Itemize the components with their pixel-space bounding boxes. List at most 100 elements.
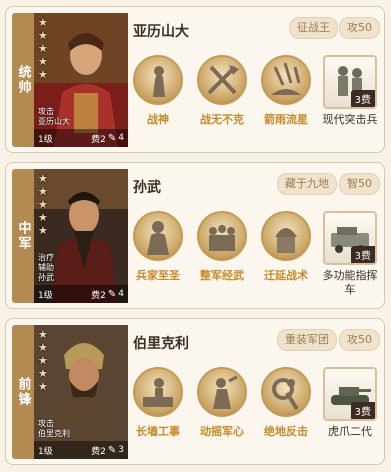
skill-slot[interactable]: 绝地反击: [256, 367, 316, 439]
command-vehicle-icon: 3费: [323, 211, 377, 265]
cost-text: 费2: [91, 134, 106, 145]
trait: 攻击: [38, 107, 54, 116]
warrior-statue-icon: [133, 55, 183, 105]
wall-builder-icon: [133, 367, 183, 417]
star-rating: ★ ★ ★ ★ ★: [38, 17, 48, 80]
army-formation-icon: [197, 211, 247, 261]
star-icon: ★: [38, 16, 48, 29]
trait: 伯里克利: [38, 429, 70, 438]
trait: 辅助: [38, 263, 54, 272]
arrow-rain-icon: [261, 55, 311, 105]
general-name: 伯里克利: [133, 336, 189, 352]
portrait-footer: 1级 费2 ✎ 4: [34, 285, 128, 303]
brush-icon: ✎: [107, 444, 117, 456]
trait-list: 治疗 辅助 孙武: [38, 253, 54, 283]
skill-label: 箭雨流星: [264, 113, 308, 126]
star-icon: ★: [38, 55, 48, 68]
level-text: 1级: [38, 134, 53, 145]
position-label: 前锋: [12, 325, 34, 459]
skill-label: 动摇军心: [200, 425, 244, 438]
strategist-statue-icon: [133, 211, 183, 261]
trait: 孙武: [38, 273, 54, 282]
skill-label: 战神: [147, 113, 169, 126]
skill-slot[interactable]: 迁延战术: [256, 211, 316, 283]
star-icon: ★: [38, 224, 48, 237]
star-rating: ★ ★ ★ ★ ★: [38, 173, 48, 236]
level-text: 1级: [38, 446, 53, 457]
stat-tag: 智50: [339, 173, 380, 195]
star-icon: ★: [38, 198, 48, 211]
unit-cost-badge: 3费: [350, 90, 375, 107]
skill-label: 战无不克: [200, 113, 244, 126]
skill-label: 整军经武: [200, 269, 244, 282]
title-tag: 征战王: [289, 17, 338, 39]
star-icon: ★: [38, 172, 48, 185]
unit-label: 虎爪二代: [328, 425, 372, 438]
star-icon: ★: [38, 68, 48, 81]
brush-count: 4: [118, 133, 124, 143]
trait-list: 攻击 亚历山大: [38, 107, 70, 127]
general-name: 孙武: [133, 180, 161, 196]
star-rating: ★ ★ ★ ★ ★: [38, 329, 48, 392]
brush-icon: ✎: [107, 288, 117, 300]
general-card-sunwu[interactable]: 中军 ★ ★ ★ ★ ★ 治疗 辅助 孙武 1级 费2 ✎ 4 孙武 藏于九地 …: [5, 162, 385, 309]
position-label: 统帅: [12, 13, 34, 147]
level-text: 1级: [38, 290, 53, 301]
unit-slot[interactable]: 3费 虎爪二代: [320, 367, 380, 439]
trait: 治疗: [38, 253, 54, 262]
skill-label: 迁延战术: [264, 269, 308, 282]
skill-label: 长墙工事: [136, 425, 180, 438]
star-icon: ★: [38, 341, 48, 354]
skill-slot[interactable]: 战无不克: [192, 55, 252, 127]
skill-slot[interactable]: 箭雨流星: [256, 55, 316, 127]
star-icon: ★: [38, 185, 48, 198]
trait: 亚历山大: [38, 117, 70, 126]
portrait-footer: 1级 费2 ✎ 4: [34, 129, 128, 147]
skill-slot[interactable]: 动摇军心: [192, 367, 252, 439]
assault-soldiers-icon: 3费: [323, 55, 377, 109]
title-tag: 重装军团: [277, 329, 337, 351]
general-card-pericles[interactable]: 前锋 ★ ★ ★ ★ ★ 攻击 伯里克利 1级 费2 ✎ 3 伯里克利 重装军团…: [5, 318, 385, 465]
skill-label: 绝地反击: [264, 425, 308, 438]
general-portrait[interactable]: ★ ★ ★ ★ ★ 攻击 伯里克利 1级 费2 ✎ 3: [34, 325, 128, 459]
trait: 攻击: [38, 419, 54, 428]
skill-label: 兵家至圣: [136, 269, 180, 282]
stat-tag: 攻50: [339, 17, 380, 39]
crossed-axes-icon: [197, 55, 247, 105]
brush-icon: ✎: [107, 132, 117, 144]
trait-list: 攻击 伯里克利: [38, 419, 70, 439]
star-icon: ★: [38, 29, 48, 42]
unit-slot[interactable]: 3费 多功能指挥车: [320, 211, 380, 297]
star-icon: ★: [38, 42, 48, 55]
unit-cost-badge: 3费: [350, 402, 375, 419]
skill-slot[interactable]: 整军经武: [192, 211, 252, 283]
general-card-alexander[interactable]: 统帅 ★ ★ ★ ★ ★ 攻击 亚历山大 1级 费2 ✎ 4 亚历山大 征战王: [5, 6, 385, 153]
star-icon: ★: [38, 328, 48, 341]
portrait-footer: 1级 费2 ✎ 3: [34, 441, 128, 459]
counter-attack-icon: [261, 367, 311, 417]
shaking-morale-icon: [197, 367, 247, 417]
unit-slot[interactable]: 3费 现代突击兵: [320, 55, 380, 127]
star-icon: ★: [38, 380, 48, 393]
title-tag: 藏于九地: [277, 173, 337, 195]
skill-slot[interactable]: 兵家至圣: [128, 211, 188, 283]
skill-slot[interactable]: 战神: [128, 55, 188, 127]
general-portrait[interactable]: ★ ★ ★ ★ ★ 攻击 亚历山大 1级 费2 ✎ 4: [34, 13, 128, 147]
stat-tag: 攻50: [339, 329, 380, 351]
star-icon: ★: [38, 211, 48, 224]
helmet-soldier-icon: [261, 211, 311, 261]
cost-text: 费2: [91, 290, 106, 301]
brush-count: 4: [118, 289, 124, 299]
unit-label: 现代突击兵: [322, 113, 378, 126]
unit-cost-badge: 3费: [350, 246, 375, 263]
star-icon: ★: [38, 367, 48, 380]
brush-count: 3: [118, 445, 124, 455]
star-icon: ★: [38, 354, 48, 367]
unit-label: 多功能指挥车: [322, 269, 378, 296]
position-label: 中军: [12, 169, 34, 303]
skill-slot[interactable]: 长墙工事: [128, 367, 188, 439]
general-name: 亚历山大: [133, 24, 189, 40]
tank-icon: 3费: [323, 367, 377, 421]
cost-text: 费2: [91, 446, 106, 457]
general-portrait[interactable]: ★ ★ ★ ★ ★ 治疗 辅助 孙武 1级 费2 ✎ 4: [34, 169, 128, 303]
